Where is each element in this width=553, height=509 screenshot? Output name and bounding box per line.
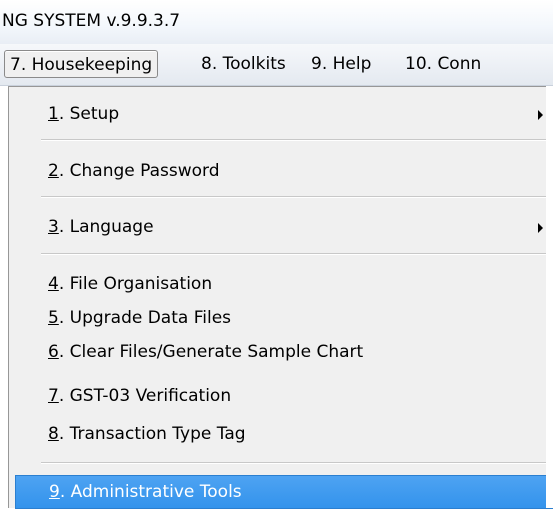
menu-housekeeping[interactable]: 7. Housekeeping	[4, 50, 159, 78]
accelerator-key: 1	[48, 104, 59, 124]
menu-item-file-organisation[interactable]: 4. File Organisation	[15, 268, 553, 302]
menu-item-label: . Administrative Tools	[59, 482, 242, 502]
menu-item-change-password[interactable]: 2. Change Password	[15, 155, 553, 189]
menu-separator	[41, 462, 547, 464]
menu-item-label: . Upgrade Data Files	[58, 308, 232, 328]
housekeeping-dropdown-menu: 1. Setup 2. Change Password 3. Language …	[8, 86, 553, 509]
menu-item-language[interactable]: 3. Language	[15, 211, 553, 245]
menu-item-label: . Change Password	[58, 161, 220, 181]
accelerator-key: 5	[48, 308, 59, 328]
background-window-edge	[546, 86, 553, 508]
submenu-arrow-icon	[538, 223, 543, 233]
accelerator-key: 3	[48, 217, 59, 237]
menu-help[interactable]: 9. Help	[306, 50, 376, 78]
menu-item-transaction-type-tag[interactable]: 8. Transaction Type Tag	[15, 418, 553, 452]
menu-item-label: . File Organisation	[58, 274, 213, 294]
menu-item-upgrade-data-files[interactable]: 5. Upgrade Data Files	[15, 302, 553, 336]
menu-separator	[41, 196, 547, 198]
menu-item-clear-files[interactable]: 6. Clear Files/Generate Sample Chart	[15, 336, 553, 370]
accelerator-key: 2	[48, 161, 59, 181]
accelerator-key: 4	[48, 274, 59, 294]
menu-separator	[41, 139, 547, 141]
menu-item-administrative-tools[interactable]: 9. Administrative Tools	[15, 475, 553, 509]
window-titlebar: NG SYSTEM v.9.9.3.7	[0, 0, 553, 44]
accelerator-key: 9	[49, 482, 60, 502]
accelerator-key: 6	[48, 342, 59, 362]
menu-connection[interactable]: 10. Conn	[400, 50, 486, 78]
menu-item-label: . Clear Files/Generate Sample Chart	[58, 342, 364, 362]
menu-bar: 7. Housekeeping 8. Toolkits 9. Help 10. …	[0, 44, 553, 86]
menu-item-label: . Transaction Type Tag	[58, 424, 246, 444]
accelerator-key: 8	[48, 424, 59, 444]
accelerator-key: 7	[48, 386, 59, 406]
menu-separator	[41, 253, 547, 255]
menu-item-setup[interactable]: 1. Setup	[15, 98, 553, 132]
submenu-arrow-icon	[538, 110, 543, 120]
menu-toolkits[interactable]: 8. Toolkits	[196, 50, 291, 78]
menu-item-label: . Language	[58, 217, 154, 237]
window-title: NG SYSTEM v.9.9.3.7	[2, 11, 181, 31]
menu-item-label: . Setup	[58, 104, 120, 124]
menu-item-gst-verification[interactable]: 7. GST-03 Verification	[15, 380, 553, 414]
menu-item-label: . GST-03 Verification	[58, 386, 232, 406]
